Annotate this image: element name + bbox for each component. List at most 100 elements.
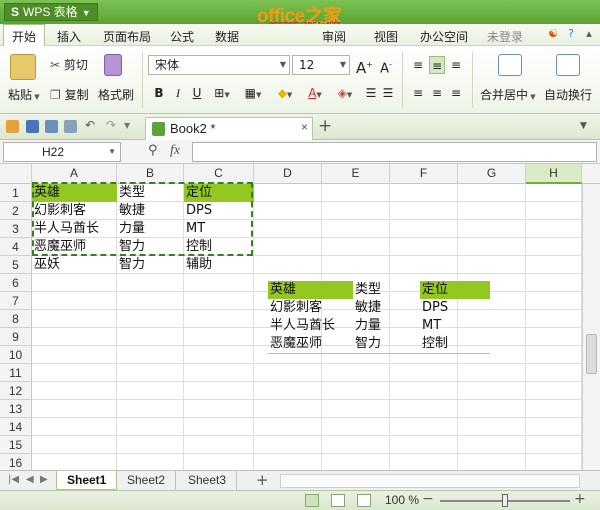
column-header[interactable]: D: [254, 164, 322, 184]
vertical-scrollbar[interactable]: [582, 184, 600, 470]
table-cell[interactable]: 恶魔巫师: [32, 238, 117, 256]
column-header[interactable]: B: [117, 164, 184, 184]
menu-office-space[interactable]: 办公空间: [420, 28, 468, 45]
row-header[interactable]: 13: [0, 400, 32, 418]
row-header[interactable]: 5: [0, 256, 32, 274]
row-header[interactable]: 6: [0, 274, 32, 292]
border-button[interactable]: ⊞▼: [209, 84, 235, 102]
scrollbar-thumb[interactable]: [586, 334, 597, 374]
table-cell[interactable]: 智力: [117, 238, 184, 256]
table-cell[interactable]: MT: [420, 317, 490, 335]
table-cell[interactable]: 类型: [353, 281, 420, 299]
minimize-ribbon-icon[interactable]: ▴: [582, 27, 596, 41]
menu-insert[interactable]: 插入: [57, 28, 81, 45]
app-menu-button[interactable]: S WPS 表格 ▼: [4, 3, 98, 21]
font-color-button[interactable]: A▼: [302, 84, 328, 102]
wrap-text-button[interactable]: 自动换行: [544, 86, 592, 103]
italic-button[interactable]: I: [170, 84, 186, 102]
align-right-button[interactable]: ≡: [448, 84, 464, 102]
login-status[interactable]: 未登录: [487, 28, 523, 45]
table-cell[interactable]: 巫妖: [32, 256, 117, 274]
table-cell[interactable]: 幻影刺客: [268, 299, 353, 317]
menu-data[interactable]: 数据: [215, 28, 239, 45]
menu-formulas[interactable]: 公式: [170, 28, 194, 45]
page-break-view-icon[interactable]: [357, 494, 371, 507]
table-cell[interactable]: 定位: [420, 281, 490, 299]
table-cell[interactable]: 敏捷: [117, 202, 184, 220]
table-cell[interactable]: 力量: [117, 220, 184, 238]
align-bottom-button[interactable]: ≡: [448, 56, 464, 74]
decrease-font-icon[interactable]: A-: [378, 56, 394, 76]
undo-icon[interactable]: ↶: [85, 118, 98, 132]
bold-button[interactable]: B: [151, 84, 167, 102]
column-header[interactable]: C: [184, 164, 254, 184]
row-header[interactable]: 12: [0, 382, 32, 400]
sheet-tab-sheet3[interactable]: Sheet3: [178, 471, 238, 490]
table-cell[interactable]: 定位: [184, 184, 254, 202]
column-header-selected[interactable]: H: [526, 164, 582, 184]
row-header[interactable]: 10: [0, 346, 32, 364]
next-sheet-icon[interactable]: ▶: [40, 474, 48, 485]
row-header[interactable]: 1: [0, 184, 32, 202]
merge-center-button[interactable]: 合并居中 ▼: [480, 86, 536, 103]
merge-style-button[interactable]: ▦▼: [240, 84, 266, 102]
print-preview-icon[interactable]: [64, 120, 77, 133]
menu-review[interactable]: 审阅: [322, 28, 346, 45]
sheet-tab-sheet1[interactable]: Sheet1: [56, 471, 118, 490]
formula-input[interactable]: [192, 142, 597, 162]
zoom-level[interactable]: 100 %: [385, 493, 419, 507]
paste-icon[interactable]: [10, 54, 36, 80]
sheet-tab-sheet2[interactable]: Sheet2: [117, 471, 177, 490]
table-cell[interactable]: 恶魔巫师: [268, 335, 353, 353]
prev-sheet-icon[interactable]: ◀: [26, 474, 34, 485]
align-top-button[interactable]: ≡: [410, 56, 426, 74]
page-layout-view-icon[interactable]: [331, 494, 345, 507]
table-cell[interactable]: 智力: [117, 256, 184, 274]
function-icon[interactable]: fx: [170, 143, 180, 159]
zoom-slider-thumb[interactable]: [502, 494, 508, 507]
underline-button[interactable]: U: [189, 84, 205, 102]
print-icon[interactable]: [45, 120, 58, 133]
outdent-button[interactable]: ☰: [380, 84, 396, 102]
copy-button[interactable]: ❐ 复制: [50, 86, 89, 103]
table-cell[interactable]: 辅助: [184, 256, 254, 274]
format-painter-button[interactable]: 格式刷: [98, 86, 134, 103]
table-cell[interactable]: 英雄: [32, 184, 117, 202]
merge-center-icon[interactable]: [498, 54, 522, 76]
indent-button[interactable]: ☰: [363, 84, 379, 102]
table-cell[interactable]: DPS: [184, 202, 254, 220]
search-icon[interactable]: ⚲: [148, 143, 158, 158]
column-header[interactable]: A: [32, 164, 117, 184]
font-name-select[interactable]: 宋体 ▼: [148, 55, 290, 75]
row-header[interactable]: 15: [0, 436, 32, 454]
document-tab[interactable]: Book2 * ×: [145, 117, 313, 140]
row-header[interactable]: 4: [0, 238, 32, 256]
redo-icon[interactable]: ↷: [106, 118, 119, 132]
row-header[interactable]: 3: [0, 220, 32, 238]
row-header[interactable]: 14: [0, 418, 32, 436]
column-header[interactable]: G: [458, 164, 526, 184]
menu-view[interactable]: 视图: [374, 28, 398, 45]
row-header[interactable]: 7: [0, 292, 32, 310]
new-tab-icon[interactable]: +: [318, 116, 332, 136]
table-cell[interactable]: 敏捷: [353, 299, 420, 317]
menu-page-layout[interactable]: 页面布局: [103, 28, 151, 45]
paste-button[interactable]: 粘贴 ▼: [8, 86, 40, 103]
select-all-corner[interactable]: [0, 164, 32, 184]
zoom-out-icon[interactable]: −: [422, 491, 434, 507]
table-cell[interactable]: 智力: [353, 335, 420, 353]
wrap-text-icon[interactable]: [556, 54, 580, 76]
row-header[interactable]: 2: [0, 202, 32, 220]
name-box[interactable]: H22 ▼: [3, 142, 121, 162]
row-header[interactable]: 11: [0, 364, 32, 382]
spreadsheet-grid[interactable]: A B C D E F G H 1 2 3 4 5 6 7 8 9 10 11 …: [0, 164, 600, 470]
row-header[interactable]: 8: [0, 310, 32, 328]
normal-view-icon[interactable]: [305, 494, 319, 507]
row-header[interactable]: 16: [0, 454, 32, 470]
cut-button[interactable]: ✂ 剪切: [50, 56, 88, 73]
align-left-button[interactable]: ≡: [410, 84, 426, 102]
save-icon[interactable]: [26, 120, 39, 133]
align-middle-button[interactable]: ≡: [429, 56, 445, 74]
clear-format-button[interactable]: ◈▼: [332, 84, 358, 102]
table-cell[interactable]: 幻影刺客: [32, 202, 117, 220]
